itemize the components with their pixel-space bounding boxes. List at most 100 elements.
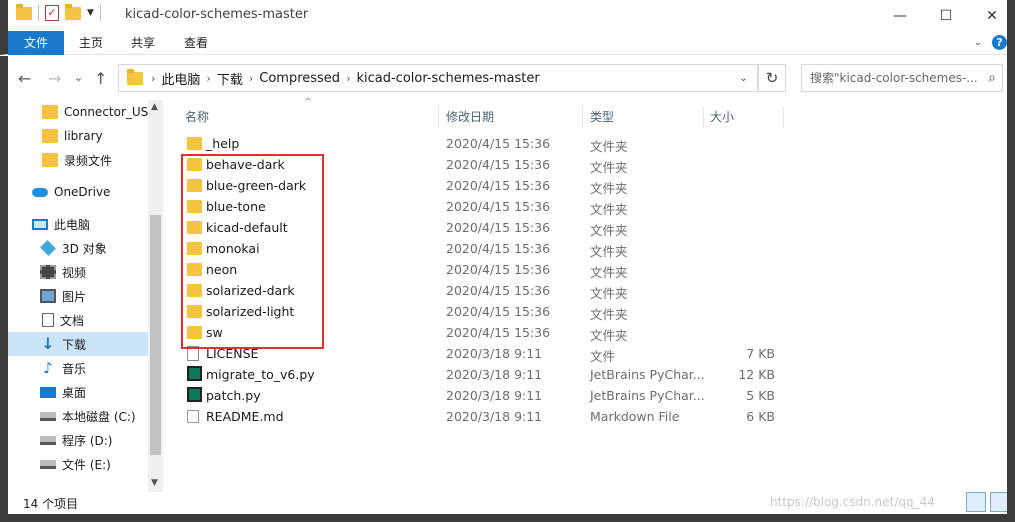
- scroll-down-icon[interactable]: ▼: [151, 478, 158, 488]
- drive-icon: [40, 459, 56, 469]
- table-row[interactable]: solarized-dark 2020/4/15 15:36 文件夹: [181, 281, 781, 302]
- customize-toolbar-icon[interactable]: ▼: [87, 8, 94, 18]
- sidebar-item-drive-d[interactable]: 程序 (D:): [8, 428, 148, 452]
- chevron-right-icon[interactable]: ›: [151, 72, 155, 85]
- file-type: 文件夹: [590, 265, 628, 280]
- desktop-icon: [40, 386, 56, 398]
- new-folder-icon[interactable]: [65, 3, 81, 20]
- navigation-bar: ← → ⌄ ↑ › 此电脑 › 下载 › Compressed › kicad-…: [0, 56, 1015, 100]
- column-header-type[interactable]: 类型: [584, 106, 704, 128]
- table-row[interactable]: _help 2020/4/15 15:36 文件夹: [181, 134, 781, 155]
- sidebar-item-label: 桌面: [62, 385, 87, 400]
- chevron-right-icon[interactable]: ›: [249, 72, 253, 85]
- address-bar[interactable]: › 此电脑 › 下载 › Compressed › kicad-color-sc…: [118, 64, 758, 92]
- table-row[interactable]: patch.py 2020/3/18 9:11 JetBrains PyChar..…: [181, 386, 781, 407]
- file-type: Markdown File: [590, 409, 680, 424]
- item-count: 14 个项目: [23, 497, 79, 511]
- file-type: JetBrains PyChar...: [590, 367, 705, 382]
- sidebar-item-music[interactable]: ♪ 音乐: [8, 356, 148, 380]
- chevron-right-icon[interactable]: ›: [346, 72, 350, 85]
- markdown-icon: [187, 410, 199, 423]
- sidebar-item-onedrive[interactable]: OneDrive: [8, 180, 148, 204]
- help-icon[interactable]: ?: [992, 35, 1007, 50]
- file-date: 2020/4/15 15:36: [446, 157, 551, 172]
- sidebar-item-pictures[interactable]: 图片: [8, 284, 148, 308]
- properties-icon[interactable]: ✓: [45, 5, 59, 21]
- file-type: 文件夹: [590, 202, 628, 217]
- file-type: JetBrains PyChar...: [590, 388, 705, 403]
- sidebar-item-this-pc[interactable]: 此电脑: [8, 212, 148, 236]
- file-name: sw: [206, 325, 223, 340]
- sidebar-item-library[interactable]: library: [8, 124, 148, 148]
- tab-file[interactable]: 文件: [8, 31, 64, 55]
- scrollbar-thumb[interactable]: [150, 215, 161, 455]
- scroll-up-icon[interactable]: ▲: [151, 102, 158, 112]
- quick-access-toolbar: ✓ ▼: [16, 3, 101, 21]
- sidebar-item-documents[interactable]: 文档: [8, 308, 148, 332]
- column-header-date[interactable]: 修改日期: [440, 106, 583, 128]
- divider: [99, 5, 101, 21]
- folder-icon: [187, 263, 202, 276]
- table-row[interactable]: README.md 2020/3/18 9:11 Markdown File 6 KB: [181, 407, 781, 428]
- sidebar-item-label: OneDrive: [54, 185, 111, 199]
- expand-ribbon-icon[interactable]: ⌄: [974, 37, 982, 48]
- sidebar-item-drive-e[interactable]: 文件 (E:): [8, 452, 148, 476]
- file-date: 2020/4/15 15:36: [446, 241, 551, 256]
- sidebar-item-recordings[interactable]: 录频文件: [8, 148, 148, 172]
- refresh-button[interactable]: ↻: [758, 64, 786, 92]
- recent-locations-button[interactable]: ⌄: [74, 71, 83, 84]
- sidebar-item-connector-usb[interactable]: Connector_USB: [8, 100, 148, 124]
- minimize-button[interactable]: —: [877, 0, 923, 31]
- sidebar-item-downloads[interactable]: ↓ 下载: [8, 332, 148, 356]
- sidebar-item-label: Connector_USB: [64, 105, 148, 119]
- file-date: 2020/4/15 15:36: [446, 199, 551, 214]
- table-row[interactable]: migrate_to_v6.py 2020/3/18 9:11 JetBrains …: [181, 365, 781, 386]
- search-icon[interactable]: ⌕: [988, 65, 996, 91]
- window-controls: — ☐ ✕: [877, 0, 1015, 31]
- file-date: 2020/3/18 9:11: [446, 388, 543, 403]
- table-row[interactable]: blue-green-dark 2020/4/15 15:36 文件夹: [181, 176, 781, 197]
- table-row[interactable]: kicad-default 2020/4/15 15:36 文件夹: [181, 218, 781, 239]
- breadcrumb-current-folder[interactable]: kicad-color-schemes-master: [356, 71, 539, 86]
- table-row[interactable]: solarized-light 2020/4/15 15:36 文件夹: [181, 302, 781, 323]
- sidebar-item-label: 下载: [62, 337, 87, 352]
- chevron-right-icon[interactable]: ›: [206, 72, 210, 85]
- status-bar: 14 个项目 https://blog.csdn.net/qq_44: [0, 492, 1010, 514]
- maximize-button[interactable]: ☐: [923, 0, 969, 31]
- file-type: 文件夹: [590, 160, 628, 175]
- tab-share[interactable]: 共享: [122, 31, 164, 55]
- table-row[interactable]: LICENSE 2020/3/18 9:11 文件 7 KB: [181, 344, 781, 365]
- divider: [38, 5, 39, 21]
- table-row[interactable]: monokai 2020/4/15 15:36 文件夹: [181, 239, 781, 260]
- details-view-button[interactable]: [966, 492, 986, 512]
- column-header-size[interactable]: 大小: [704, 106, 784, 128]
- folder-icon: [187, 137, 202, 150]
- up-button[interactable]: ↑: [94, 69, 107, 88]
- download-icon: ↓: [41, 334, 55, 353]
- table-row[interactable]: sw 2020/4/15 15:36 文件夹: [181, 323, 781, 344]
- sidebar-item-videos[interactable]: 视频: [8, 260, 148, 284]
- sidebar-scrollbar[interactable]: ▲ ▼: [148, 100, 163, 492]
- file-name: solarized-dark: [206, 283, 295, 298]
- address-dropdown-button[interactable]: ⌄: [730, 64, 758, 92]
- tab-home[interactable]: 主页: [70, 31, 112, 55]
- column-header-name[interactable]: 名称: [179, 106, 439, 128]
- table-row[interactable]: neon 2020/4/15 15:36 文件夹: [181, 260, 781, 281]
- breadcrumb-this-pc[interactable]: 此电脑: [161, 69, 200, 88]
- sidebar-item-desktop[interactable]: 桌面: [8, 380, 148, 404]
- folder-icon: [187, 284, 202, 297]
- tab-view[interactable]: 查看: [175, 31, 217, 55]
- folder-icon: [42, 129, 58, 143]
- sidebar-item-drive-c[interactable]: 本地磁盘 (C:): [8, 404, 148, 428]
- folder-icon: [16, 3, 32, 20]
- sidebar-item-3d-objects[interactable]: 3D 对象: [8, 236, 148, 260]
- breadcrumb-compressed[interactable]: Compressed: [259, 71, 340, 86]
- sidebar-item-label: library: [64, 129, 103, 143]
- table-row[interactable]: behave-dark 2020/4/15 15:36 文件夹: [181, 155, 781, 176]
- forward-button[interactable]: →: [48, 69, 61, 88]
- sidebar-item-label: 图片: [62, 289, 87, 304]
- table-row[interactable]: blue-tone 2020/4/15 15:36 文件夹: [181, 197, 781, 218]
- search-input[interactable]: 搜索"kicad-color-schemes-... ⌕: [801, 64, 1003, 92]
- back-button[interactable]: ←: [18, 69, 31, 88]
- breadcrumb-downloads[interactable]: 下载: [217, 69, 243, 88]
